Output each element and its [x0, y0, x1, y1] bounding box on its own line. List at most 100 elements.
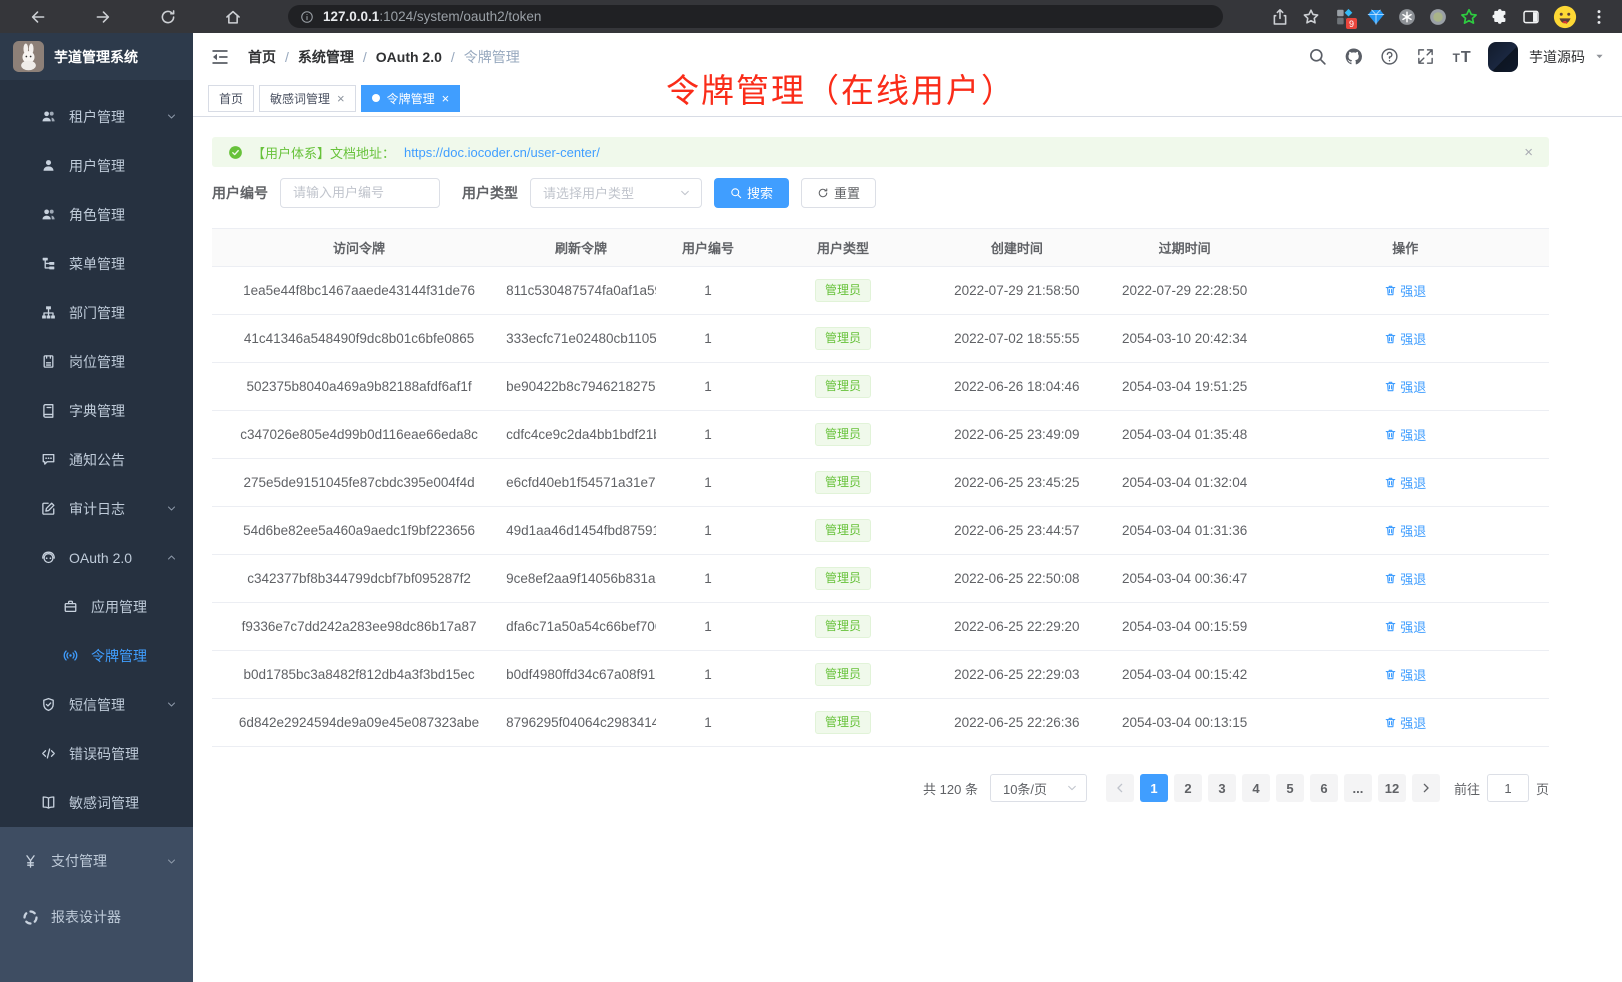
breadcrumb-item[interactable]: 首页: [248, 47, 276, 67]
tab-close-icon[interactable]: ×: [337, 92, 345, 105]
table-row: c347026e805e4d99b0d116eae66eda8c cdfc4ce…: [212, 411, 1549, 459]
bookmark-star-icon[interactable]: [1302, 8, 1320, 26]
access-token-cell: b0d1785bc3a8482f812db4a3f3bd15ec: [212, 651, 506, 699]
sidebar-item[interactable]: 支付管理: [0, 833, 193, 889]
sidebar-item[interactable]: 错误码管理: [0, 729, 193, 778]
sidebar-header[interactable]: 芋道管理系统: [0, 33, 193, 80]
sidebar-item-label: 角色管理: [69, 205, 125, 225]
reload-icon[interactable]: [159, 8, 177, 26]
share-icon[interactable]: [1271, 8, 1289, 26]
force-logout-button[interactable]: 强退: [1384, 521, 1426, 540]
fullscreen-icon[interactable]: [1416, 47, 1435, 66]
page-size-select[interactable]: 10条/页: [990, 774, 1087, 802]
sidebar-item[interactable]: 部门管理: [0, 288, 193, 337]
goto-page-input[interactable]: [1487, 774, 1529, 802]
home-icon[interactable]: [224, 8, 242, 26]
kebab-menu-icon[interactable]: [1590, 8, 1608, 26]
username[interactable]: 芋道源码: [1529, 47, 1585, 67]
sidebar-item[interactable]: 报表设计器: [0, 889, 193, 945]
column-header[interactable]: 刷新令牌: [506, 229, 656, 267]
side-panel-icon[interactable]: [1522, 8, 1540, 26]
star-extension-icon[interactable]: [1460, 8, 1478, 26]
force-logout-button[interactable]: 强退: [1384, 569, 1426, 588]
column-header[interactable]: 访问令牌: [212, 229, 506, 267]
column-header[interactable]: 过期时间: [1108, 229, 1262, 267]
force-logout-button[interactable]: 强退: [1384, 281, 1426, 300]
users-icon: [41, 207, 56, 222]
help-icon[interactable]: [1380, 47, 1399, 66]
trash-icon: [1384, 524, 1397, 537]
next-page-button[interactable]: [1412, 774, 1440, 802]
breadcrumb-item[interactable]: 令牌管理: [464, 47, 520, 67]
sidebar-item[interactable]: 用户管理: [0, 141, 193, 190]
chevron-right-icon: [1420, 782, 1432, 794]
force-logout-button[interactable]: 强退: [1384, 377, 1426, 396]
sidebar-item[interactable]: 令牌管理: [0, 631, 193, 680]
page-button[interactable]: 2: [1174, 774, 1202, 802]
user-id-input[interactable]: [280, 178, 440, 208]
app-title: 芋道管理系统: [54, 47, 138, 67]
breadcrumb-item[interactable]: 系统管理: [298, 47, 354, 67]
page-button[interactable]: 1: [1140, 774, 1168, 802]
force-logout-button[interactable]: 强退: [1384, 713, 1426, 732]
force-logout-button[interactable]: 强退: [1384, 329, 1426, 348]
sidebar-item[interactable]: 角色管理: [0, 190, 193, 239]
access-token-cell: 1ea5e44f8bc1467aaede43144f31de76: [212, 267, 506, 315]
column-header[interactable]: 用户类型: [760, 229, 926, 267]
search-icon[interactable]: [1308, 47, 1327, 66]
created-time-cell: 2022-07-29 21:58:50: [926, 267, 1108, 315]
tab-close-icon[interactable]: ×: [442, 92, 450, 105]
sidebar-item[interactable]: 通知公告: [0, 435, 193, 484]
page-button[interactable]: 5: [1276, 774, 1304, 802]
github-icon[interactable]: [1344, 47, 1363, 66]
view-tab[interactable]: 敏感词管理 ×: [259, 85, 356, 112]
sidebar-item[interactable]: 字典管理: [0, 386, 193, 435]
url-bar[interactable]: 127.0.0.1:1024/system/oauth2/token: [288, 5, 1223, 28]
force-logout-button[interactable]: 强退: [1384, 473, 1426, 492]
sidebar-collapse-icon[interactable]: [210, 47, 230, 67]
sidebar-item[interactable]: 应用管理: [0, 582, 193, 631]
back-icon[interactable]: [29, 8, 47, 26]
info-icon[interactable]: [300, 10, 314, 24]
sidebar-item[interactable]: 短信管理: [0, 680, 193, 729]
sidebar-item[interactable]: 岗位管理: [0, 337, 193, 386]
sidebar-item[interactable]: 审计日志: [0, 484, 193, 533]
sidebar-item[interactable]: 租户管理: [0, 92, 193, 141]
page-button[interactable]: 4: [1242, 774, 1270, 802]
asterisk-extension-icon[interactable]: [1398, 8, 1416, 26]
created-time-cell: 2022-06-25 22:26:36: [926, 699, 1108, 747]
page-button[interactable]: 6: [1310, 774, 1338, 802]
user-type-select[interactable]: 请选择用户类型: [530, 178, 702, 208]
column-header[interactable]: 创建时间: [926, 229, 1108, 267]
force-logout-button[interactable]: 强退: [1384, 425, 1426, 444]
puzzle-extension-icon[interactable]: [1491, 8, 1509, 26]
force-logout-button[interactable]: 强退: [1384, 617, 1426, 636]
emoji-avatar-icon[interactable]: [1553, 5, 1577, 29]
alert-close-icon[interactable]: ×: [1524, 145, 1533, 160]
prev-page-button[interactable]: [1106, 774, 1134, 802]
alert-doc-link[interactable]: https://doc.iocoder.cn/user-center/: [404, 145, 600, 160]
submenu-arrow-icon: [166, 160, 177, 171]
column-header[interactable]: 操作: [1262, 229, 1550, 267]
sidebar-item[interactable]: 菜单管理: [0, 239, 193, 288]
forward-icon[interactable]: [94, 8, 112, 26]
dot-extension-icon[interactable]: [1429, 8, 1447, 26]
column-header[interactable]: 用户编号: [656, 229, 760, 267]
user-menu-caret-icon[interactable]: [1594, 51, 1605, 62]
page-button[interactable]: 12: [1378, 774, 1406, 802]
force-logout-button[interactable]: 强退: [1384, 665, 1426, 684]
content: 【用户体系】文档地址： https://doc.iocoder.cn/user-…: [193, 117, 1622, 802]
sidebar-item[interactable]: OAuth 2.0: [0, 533, 193, 582]
sidebar-menu: 租户管理 用户管理 角色管理 菜单管理: [0, 80, 193, 827]
view-tab[interactable]: 令牌管理 ×: [361, 85, 461, 112]
page-button[interactable]: 3: [1208, 774, 1236, 802]
sidebar-item[interactable]: 敏感词管理: [0, 778, 193, 827]
view-tab[interactable]: 首页 ×: [208, 85, 254, 112]
breadcrumb-item[interactable]: OAuth 2.0: [376, 49, 442, 65]
font-size-icon[interactable]: TT: [1452, 47, 1471, 66]
search-button[interactable]: 搜索: [714, 178, 789, 208]
gem-extension-icon[interactable]: [1367, 8, 1385, 26]
user-avatar[interactable]: [1488, 42, 1518, 72]
reset-button[interactable]: 重置: [801, 178, 876, 208]
page-button[interactable]: ...: [1344, 774, 1372, 802]
